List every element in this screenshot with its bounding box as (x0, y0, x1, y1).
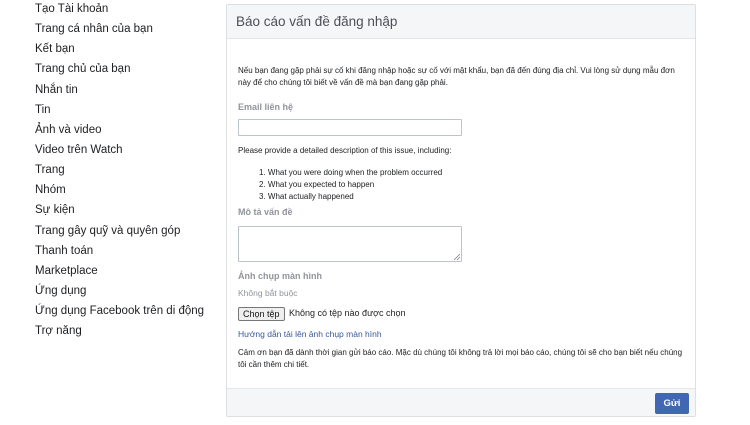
form-footer: Gửi (227, 388, 695, 416)
steps-list: 1. What you were doing when the problem … (259, 167, 442, 203)
sidebar-item-fundraisers[interactable]: Trang gây quỹ và quyên góp (35, 224, 215, 238)
sidebar-item-pages[interactable]: Trang (35, 163, 215, 177)
sidebar-item-events[interactable]: Sự kiện (35, 203, 215, 217)
sidebar-item-apps[interactable]: Ứng dụng (35, 284, 215, 298)
step-item: 3. What actually happened (259, 192, 354, 201)
optional-label: Không bắt buộc (238, 288, 298, 298)
file-status-text: Không có tệp nào được chọn (289, 308, 406, 318)
problem-description-label: Mô tả vấn đề (238, 207, 293, 217)
sidebar-item-profile[interactable]: Trang cá nhân của bạn (35, 22, 215, 36)
sidebar-item-payments[interactable]: Thanh toán (35, 244, 215, 258)
sidebar-item-home[interactable]: Trang chủ của bạn (35, 62, 215, 76)
sidebar-item-messaging[interactable]: Nhắn tin (35, 83, 215, 97)
sidebar-item-photos-videos[interactable]: Ảnh và video (35, 123, 215, 137)
resize-grip-icon[interactable] (454, 254, 460, 260)
sidebar-item-stories[interactable]: Tin (35, 103, 215, 117)
sidebar-item-marketplace[interactable]: Marketplace (35, 264, 215, 278)
email-field[interactable] (238, 119, 462, 136)
help-sidebar: Tạo Tài khoản Trang cá nhân của bạn Kết … (35, 2, 215, 344)
email-label: Email liên hệ (238, 102, 294, 112)
sidebar-item-create-account[interactable]: Tạo Tài khoản (35, 2, 215, 16)
sidebar-item-mobile-apps[interactable]: Ứng dụng Facebook trên di động (35, 304, 215, 318)
description-prompt: Please provide a detailed description of… (238, 146, 452, 155)
sidebar-item-watch[interactable]: Video trên Watch (35, 143, 215, 157)
sidebar-item-accessibility[interactable]: Trợ năng (35, 324, 215, 338)
thanks-text: Cảm ơn bạn đã dành thời gian gửi báo cáo… (238, 348, 683, 369)
submit-button[interactable]: Gửi (655, 393, 689, 414)
upload-help-link[interactable]: Hướng dẫn tải lên ảnh chụp màn hình (238, 329, 382, 339)
form-title: Báo cáo vấn đề đăng nhập (227, 5, 695, 39)
problem-description-textarea[interactable] (238, 226, 462, 262)
step-item: 2. What you expected to happen (259, 180, 375, 189)
intro-text: Nếu bạn đang gặp phải sự cố khi đăng nhậ… (238, 66, 675, 87)
report-login-issue-form: Báo cáo vấn đề đăng nhập Nếu bạn đang gặ… (226, 4, 696, 417)
form-body: Nếu bạn đang gặp phải sự cố khi đăng nhậ… (227, 39, 695, 388)
sidebar-item-groups[interactable]: Nhóm (35, 183, 215, 197)
screenshot-label: Ảnh chụp màn hình (238, 271, 322, 281)
step-item: 1. What you were doing when the problem … (259, 168, 443, 177)
sidebar-item-friends[interactable]: Kết bạn (35, 42, 215, 56)
choose-file-button[interactable]: Chọn tệp (238, 307, 285, 321)
